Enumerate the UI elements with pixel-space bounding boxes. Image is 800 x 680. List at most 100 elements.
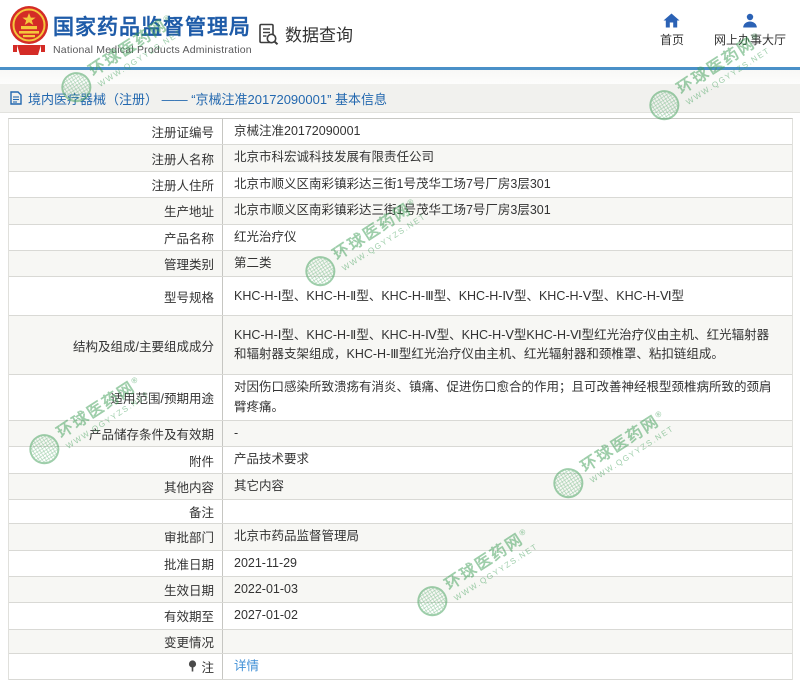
row-value-text: 第二类 bbox=[234, 254, 272, 273]
row-label: 生产地址 bbox=[9, 198, 223, 223]
row-label-text: 变更情况 bbox=[164, 632, 214, 651]
table-row: 结构及组成/主要组成成分 KHC-H-Ⅰ型、KHC-H-Ⅱ型、KHC-H-Ⅳ型、K… bbox=[9, 316, 792, 375]
row-label: 其他内容 bbox=[9, 474, 223, 499]
table-row: 型号规格 KHC-H-Ⅰ型、KHC-H-Ⅱ型、KHC-H-Ⅲ型、KHC-H-Ⅳ型、… bbox=[9, 277, 792, 316]
data-query-module[interactable]: 数据查询 bbox=[256, 21, 353, 46]
row-label-text: 产品名称 bbox=[164, 228, 214, 247]
row-label: 型号规格 bbox=[9, 277, 223, 315]
row-label-text: 审批部门 bbox=[164, 527, 214, 546]
row-label-text: 其他内容 bbox=[164, 477, 214, 496]
row-label-text: 注册人住所 bbox=[151, 175, 214, 194]
top-nav: 首页 网上办事大厅 bbox=[660, 13, 786, 48]
row-value: 京械注准20172090001 bbox=[223, 119, 792, 144]
row-value: 2021-11-29 bbox=[223, 551, 792, 576]
nav-home-label: 首页 bbox=[660, 31, 684, 48]
row-label-text: 备注 bbox=[189, 502, 214, 521]
row-value-text: 2027-01-02 bbox=[234, 606, 298, 625]
row-label: 审批部门 bbox=[9, 524, 223, 549]
row-value: 第二类 bbox=[223, 251, 792, 276]
row-value: 红光治疗仪 bbox=[223, 225, 792, 250]
table-row: 批准日期 2021-11-29 bbox=[9, 551, 792, 577]
row-label-text: 注 bbox=[201, 657, 214, 676]
row-label-text: 结构及组成/主要组成成分 bbox=[73, 336, 214, 355]
data-query-icon bbox=[256, 22, 280, 46]
table-row: 注册人名称北京市科宏诚科技发展有限责任公司 bbox=[9, 145, 792, 171]
row-label: 注册证编号 bbox=[9, 119, 223, 144]
table-row: 注册人住所 北京市顺义区南彩镇彩达三街1号茂华工场7号厂房3层301 bbox=[9, 172, 792, 198]
row-label: 有效期至 bbox=[9, 603, 223, 628]
national-emblem-icon bbox=[9, 5, 49, 63]
row-value-text: 北京市药品监督管理局 bbox=[234, 527, 359, 546]
pin-icon bbox=[188, 660, 197, 672]
row-label: 变更情况 bbox=[9, 630, 223, 653]
table-row: 产品储存条件及有效期- bbox=[9, 421, 792, 447]
row-value: 其它内容 bbox=[223, 474, 792, 499]
row-value: 产品技术要求 bbox=[223, 447, 792, 472]
row-value-text: 对因伤口感染所致溃疡有消炎、镇痛、促进伤口愈合的作用；且可改善神经根型颈椎病所致… bbox=[234, 378, 780, 417]
row-label-text: 附件 bbox=[189, 451, 214, 470]
breadcrumb: 境内医疗器械（注册） —— “京械注准20172090001” 基本信息 bbox=[0, 84, 800, 113]
row-value-text: 红光治疗仪 bbox=[234, 228, 297, 247]
nav-home[interactable]: 首页 bbox=[660, 13, 684, 48]
table-row: 注 详情 bbox=[9, 654, 792, 680]
table-row: 其他内容 其它内容 bbox=[9, 474, 792, 500]
row-label: 产品名称 bbox=[9, 225, 223, 250]
row-value-text: 北京市顺义区南彩镇彩达三街1号茂华工场7号厂房3层301 bbox=[234, 201, 551, 220]
row-value-text: 2021-11-29 bbox=[234, 554, 297, 573]
detail-link[interactable]: 详情 bbox=[234, 657, 259, 676]
row-value-text: 2022-01-03 bbox=[234, 580, 298, 599]
document-icon bbox=[10, 91, 22, 105]
table-row: 适用范围/预期用途 对因伤口感染所致溃疡有消炎、镇痛、促进伤口愈合的作用；且可改善… bbox=[9, 375, 792, 421]
row-value: 北京市科宏诚科技发展有限责任公司 bbox=[223, 145, 792, 170]
row-value: 2027-01-02 bbox=[223, 603, 792, 628]
registration-table: 注册证编号 京械注准20172090001 注册人名称北京市科宏诚科技发展有限责任公… bbox=[8, 118, 793, 680]
header-gap bbox=[0, 70, 800, 84]
site-header: 国家药品监督管理局 National Medical Products Admi… bbox=[0, 0, 800, 67]
table-row: 生效日期2022-01-03 bbox=[9, 577, 792, 603]
row-label-text: 批准日期 bbox=[164, 554, 214, 573]
row-label-text: 有效期至 bbox=[164, 606, 214, 625]
table-row: 审批部门 北京市药品监督管理局 bbox=[9, 524, 792, 550]
row-label: 结构及组成/主要组成成分 bbox=[9, 316, 223, 374]
table-row: 注册证编号 京械注准20172090001 bbox=[9, 119, 792, 145]
table-row: 变更情况 bbox=[9, 630, 792, 654]
row-label-text: 注册证编号 bbox=[151, 122, 214, 141]
nav-hall-label: 网上办事大厅 bbox=[714, 31, 786, 48]
row-value: 北京市药品监督管理局 bbox=[223, 524, 792, 549]
row-label-text: 生产地址 bbox=[164, 201, 214, 220]
row-value: 详情 bbox=[223, 654, 792, 679]
row-value-text: 京械注准20172090001 bbox=[234, 122, 360, 141]
row-value-text: 北京市科宏诚科技发展有限责任公司 bbox=[234, 148, 434, 167]
row-value: KHC-H-Ⅰ型、KHC-H-Ⅱ型、KHC-H-Ⅲ型、KHC-H-Ⅳ型、KHC-… bbox=[223, 277, 792, 315]
breadcrumb-text: 境内医疗器械（注册） —— “京械注准20172090001” 基本信息 bbox=[28, 89, 387, 108]
table-row: 管理类别第二类 bbox=[9, 251, 792, 277]
row-label: 注 bbox=[9, 654, 223, 679]
row-value: 北京市顺义区南彩镇彩达三街1号茂华工场7号厂房3层301 bbox=[223, 198, 792, 223]
row-value-text: KHC-H-Ⅰ型、KHC-H-Ⅱ型、KHC-H-Ⅳ型、KHC-H-Ⅴ型KHC-H… bbox=[234, 326, 780, 365]
row-label: 批准日期 bbox=[9, 551, 223, 576]
table-row: 附件 产品技术要求 bbox=[9, 447, 792, 473]
row-value-text: KHC-H-Ⅰ型、KHC-H-Ⅱ型、KHC-H-Ⅲ型、KHC-H-Ⅳ型、KHC-… bbox=[234, 287, 684, 306]
row-label: 备注 bbox=[9, 500, 223, 523]
row-label: 适用范围/预期用途 bbox=[9, 375, 223, 420]
table-row: 产品名称 红光治疗仪 bbox=[9, 225, 792, 251]
home-icon bbox=[663, 13, 680, 28]
nav-service-hall[interactable]: 网上办事大厅 bbox=[714, 13, 786, 48]
person-icon bbox=[742, 13, 758, 28]
row-label-text: 适用范围/预期用途 bbox=[111, 388, 214, 407]
row-label: 注册人住所 bbox=[9, 172, 223, 197]
table-row: 有效期至 2027-01-02 bbox=[9, 603, 792, 629]
row-value-text: 北京市顺义区南彩镇彩达三街1号茂华工场7号厂房3层301 bbox=[234, 175, 551, 194]
agency-subtitle: National Medical Products Administration bbox=[53, 44, 252, 56]
row-value: - bbox=[223, 421, 792, 446]
row-value-text: 其它内容 bbox=[234, 477, 284, 496]
table-row: 备注 bbox=[9, 500, 792, 524]
row-label-text: 产品储存条件及有效期 bbox=[89, 424, 214, 443]
table-row: 生产地址 北京市顺义区南彩镇彩达三街1号茂华工场7号厂房3层301 bbox=[9, 198, 792, 224]
row-label: 注册人名称 bbox=[9, 145, 223, 170]
row-value: 北京市顺义区南彩镇彩达三街1号茂华工场7号厂房3层301 bbox=[223, 172, 792, 197]
row-value-text: 产品技术要求 bbox=[234, 450, 309, 469]
module-title: 数据查询 bbox=[285, 21, 353, 46]
row-value bbox=[223, 500, 792, 523]
row-label: 产品储存条件及有效期 bbox=[9, 421, 223, 446]
